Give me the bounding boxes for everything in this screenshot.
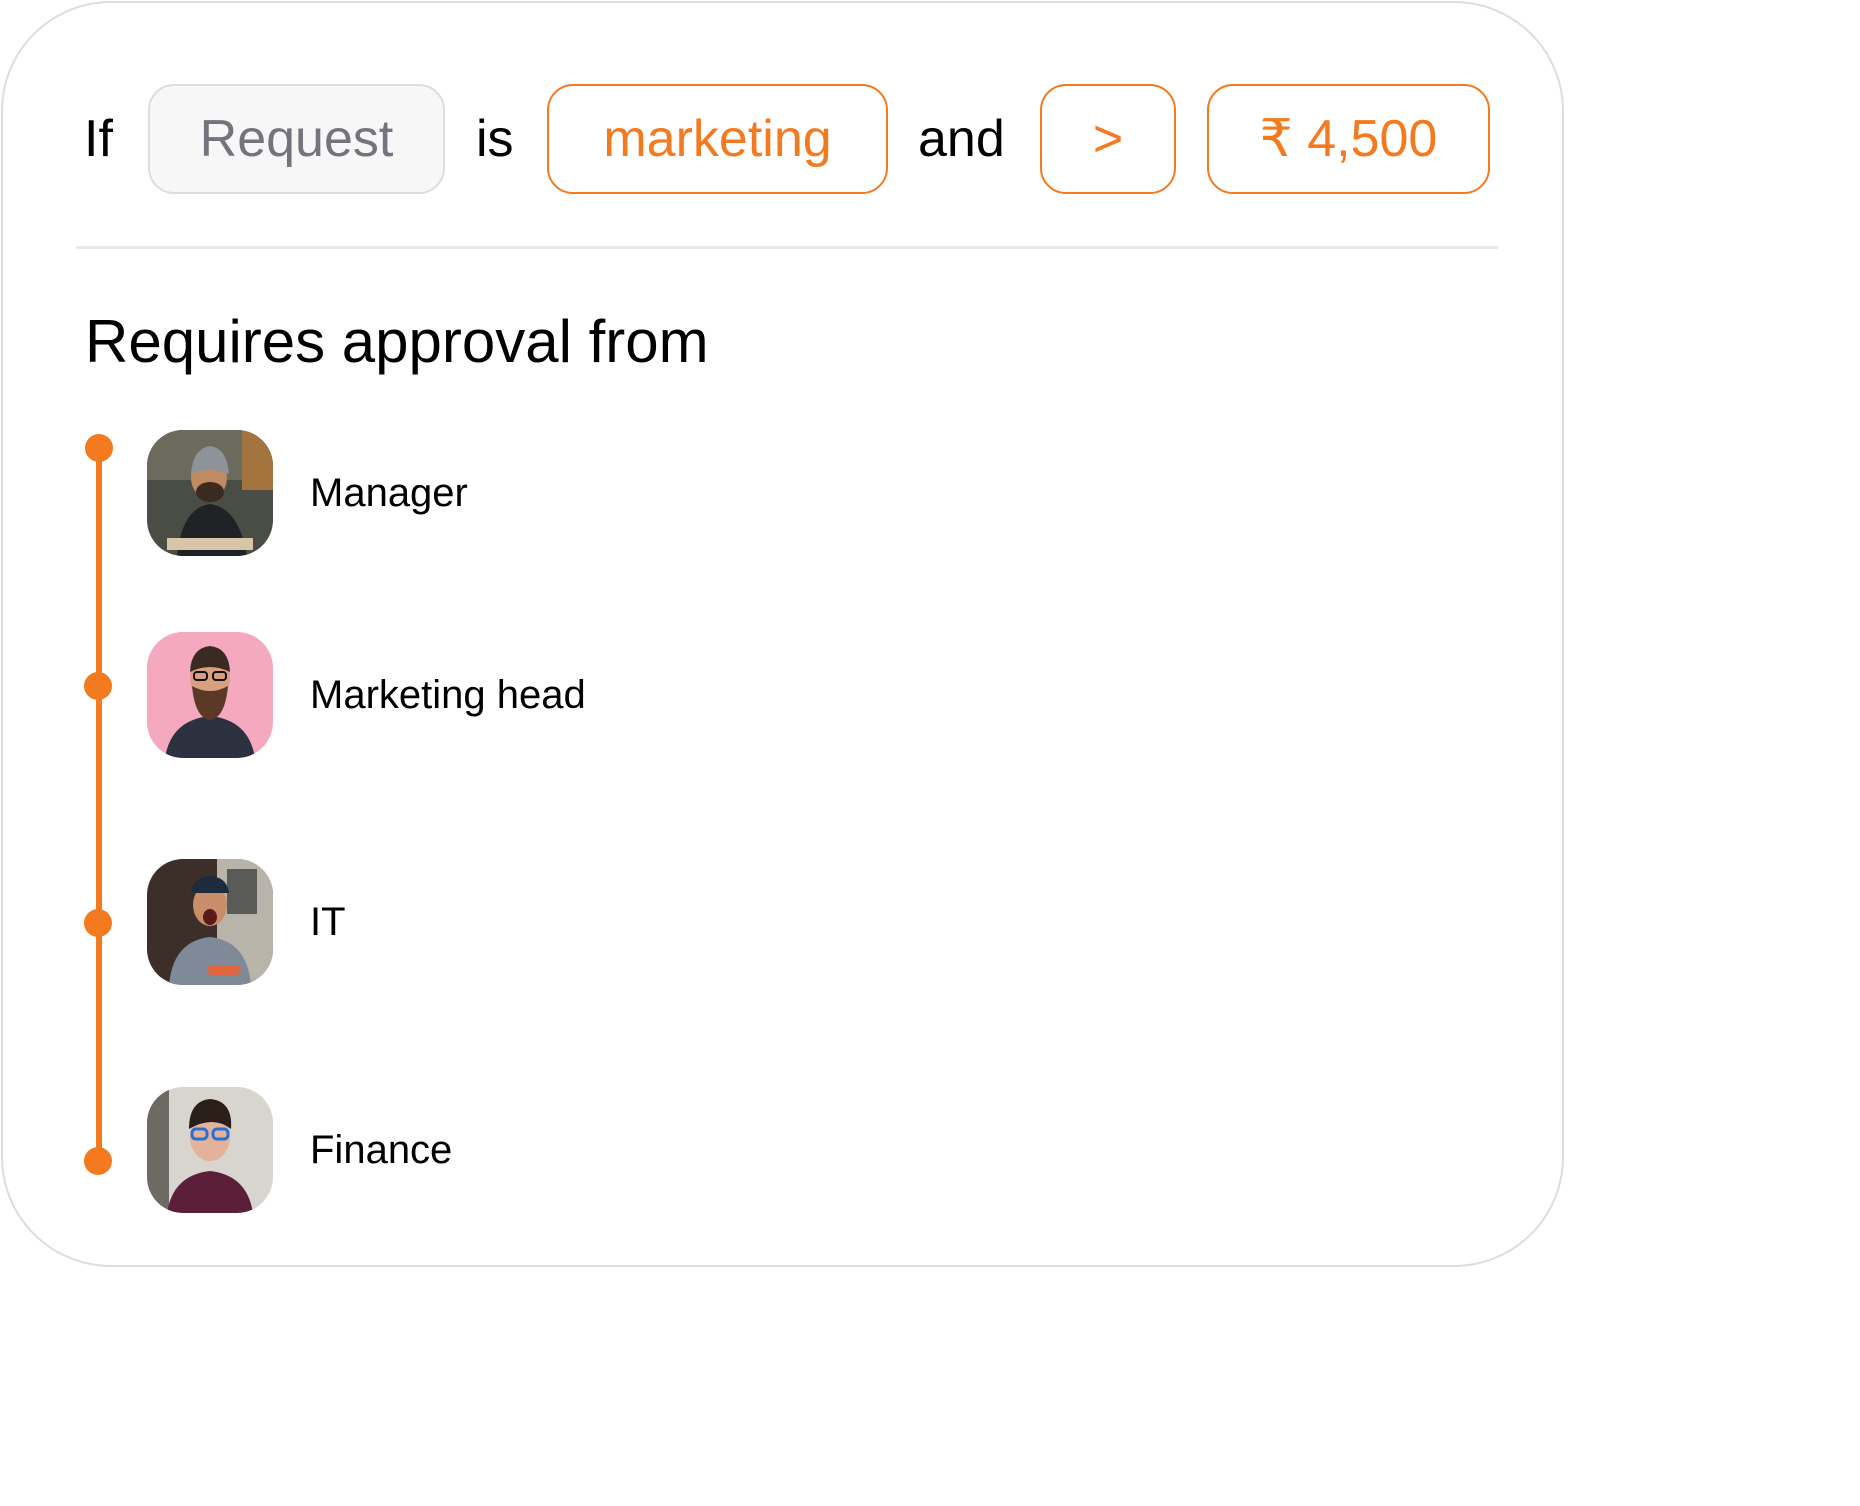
field-selector[interactable]: Request [148, 84, 445, 194]
approver-label: Finance [310, 1127, 453, 1172]
operator-selector[interactable]: > [1040, 84, 1176, 194]
marketing-head-avatar-image [147, 632, 273, 758]
approval-timeline-line [96, 449, 102, 1163]
is-label: is [476, 110, 514, 168]
finance-avatar-image [147, 1087, 273, 1213]
approver-label: Manager [310, 470, 468, 515]
amount-input[interactable]: ₹ 4,500 [1207, 84, 1490, 194]
approver-manager[interactable]: Manager [147, 430, 468, 556]
avatar [147, 1087, 273, 1213]
manager-avatar-image [147, 430, 273, 556]
avatar [147, 859, 273, 985]
approver-marketing-head[interactable]: Marketing head [147, 632, 586, 758]
approval-heading: Requires approval from [85, 308, 709, 375]
approver-finance[interactable]: Finance [147, 1087, 452, 1213]
approver-label: Marketing head [310, 672, 586, 717]
section-divider [76, 246, 1498, 249]
category-selector[interactable]: marketing [547, 84, 888, 194]
timeline-dot-manager [85, 434, 113, 462]
category-selector-label: marketing [603, 110, 832, 168]
timeline-dot-finance [84, 1147, 112, 1175]
approver-label: IT [310, 899, 346, 944]
operator-selector-label: > [1092, 110, 1124, 168]
avatar [147, 430, 273, 556]
timeline-dot-marketing-head [84, 672, 112, 700]
amount-value: ₹ 4,500 [1259, 110, 1438, 168]
and-label: and [918, 110, 1005, 168]
approval-rule-card: If Request is marketing and > ₹ 4,500 Re… [1, 1, 1564, 1267]
it-avatar-image [147, 859, 273, 985]
field-selector-label: Request [199, 110, 394, 168]
approver-it[interactable]: IT [147, 859, 346, 985]
timeline-dot-it [84, 909, 112, 937]
if-label: If [84, 110, 113, 168]
avatar [147, 632, 273, 758]
